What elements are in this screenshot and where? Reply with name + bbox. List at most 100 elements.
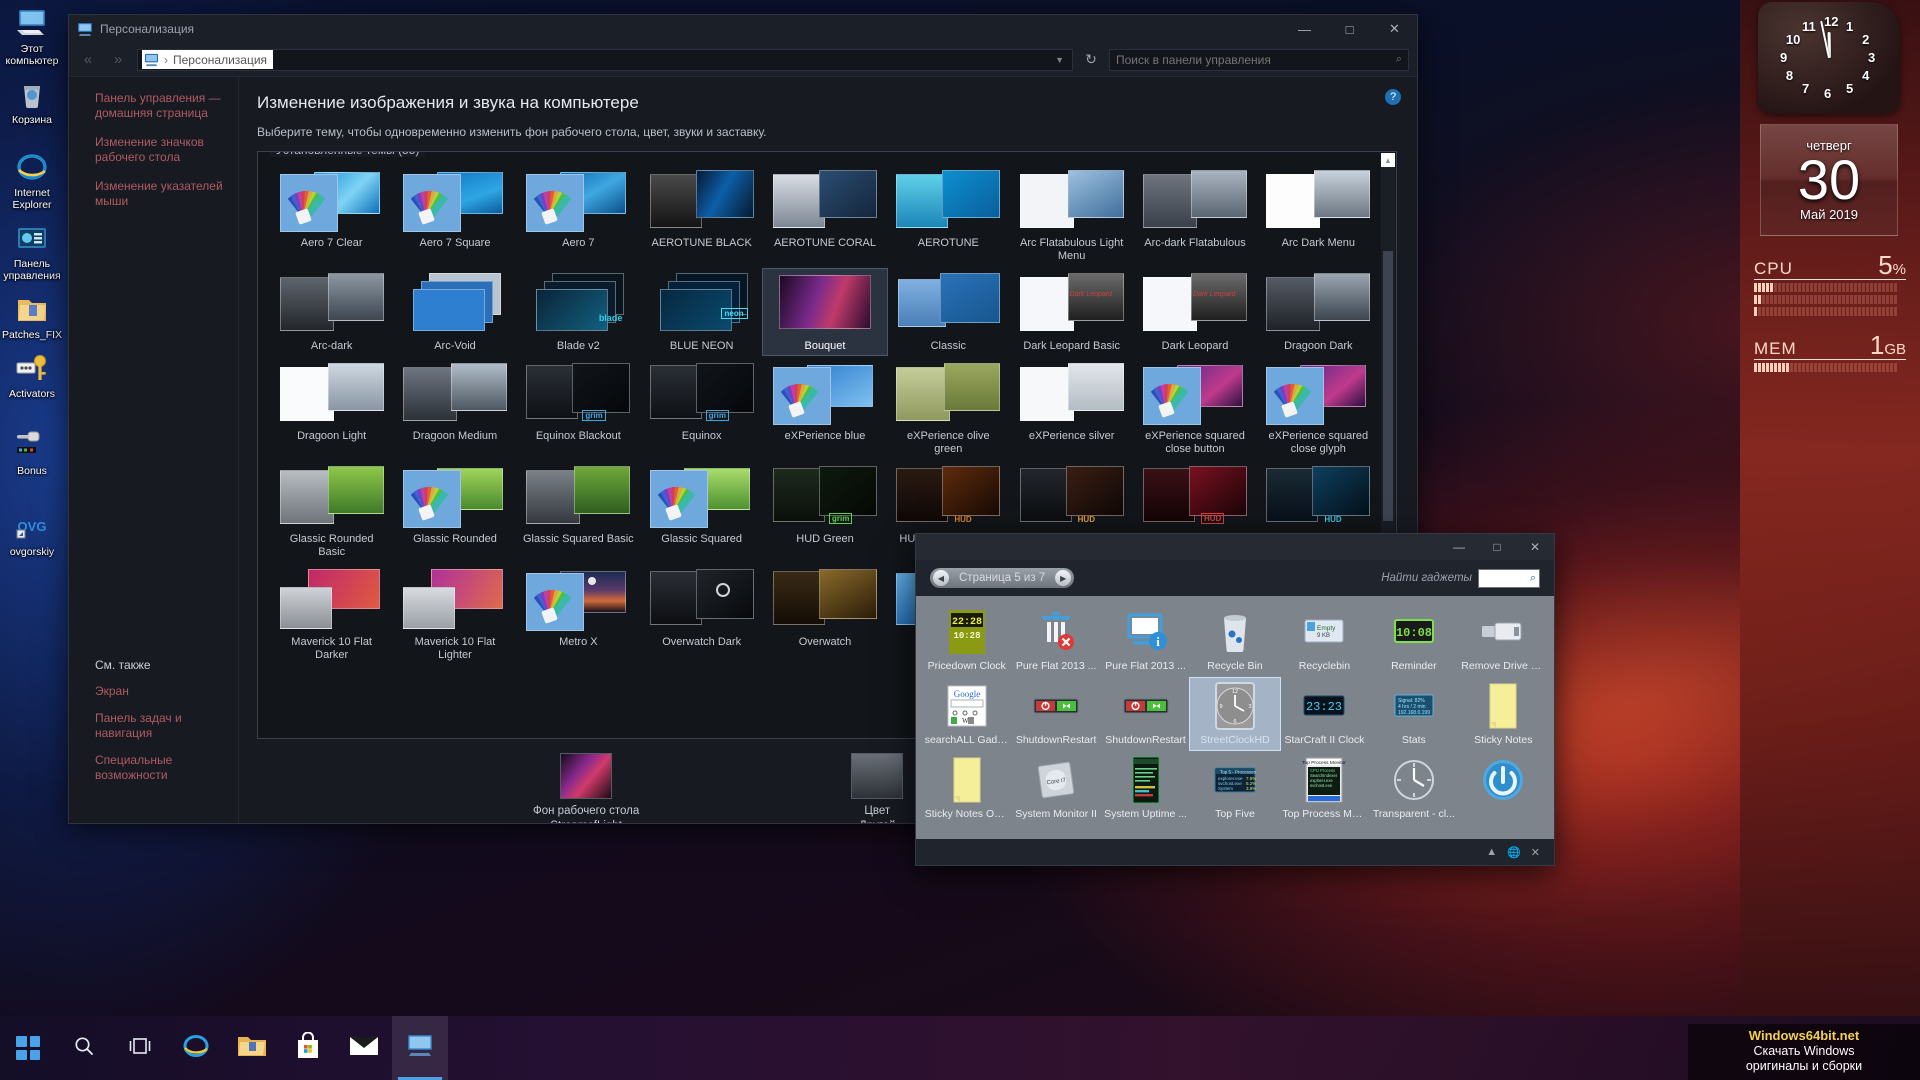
- start-button[interactable]: [0, 1016, 56, 1080]
- gadget-item[interactable]: 10:08 Reminder: [1369, 604, 1458, 676]
- see-also-link-1[interactable]: Панель задач и навигация: [95, 711, 226, 741]
- back-button[interactable]: «: [77, 51, 99, 68]
- theme-item[interactable]: eXPerience olive green: [887, 359, 1010, 458]
- theme-item[interactable]: grim HUD Green: [763, 462, 886, 561]
- theme-item[interactable]: Arc-dark Flatabulous: [1133, 166, 1256, 265]
- search-box[interactable]: ⌕: [1109, 48, 1409, 71]
- gadget-footer-link-0[interactable]: ▲: [1486, 846, 1497, 858]
- gadget-item[interactable]: ShutdownRestart: [1011, 678, 1100, 750]
- gadget-item[interactable]: Top 5 - Processes explorer.exe 7.9% svchost…: [1190, 752, 1279, 824]
- desktop-icon-pin[interactable]: Bonus: [0, 428, 64, 477]
- gadget-item[interactable]: [1459, 752, 1548, 824]
- gadget-item[interactable]: ShutdownRestart: [1101, 678, 1190, 750]
- gadget-item[interactable]: Sticky Notes: [1459, 678, 1548, 750]
- gadget-item[interactable]: Remove Drive S...: [1459, 604, 1548, 676]
- see-also-link-0[interactable]: Экран: [95, 684, 226, 699]
- theme-item[interactable]: Glassic Squared Basic: [517, 462, 640, 561]
- gadget-item[interactable]: 22:28 10:28 Pricedown Clock: [922, 604, 1011, 676]
- task-view-button[interactable]: [112, 1016, 168, 1080]
- left-pane-link-0[interactable]: Панель управления — домашняя страница: [95, 91, 226, 121]
- theme-item[interactable]: Glassic Squared: [640, 462, 763, 561]
- gadget-item[interactable]: i Pure Flat 2013 ...: [1101, 604, 1190, 676]
- theme-item[interactable]: eXPerience squared close glyph: [1257, 359, 1380, 458]
- desktop-icon-ovg-logo[interactable]: OVG ovgorskiy: [0, 509, 64, 558]
- theme-item[interactable]: grim Equinox Blackout: [517, 359, 640, 458]
- theme-item[interactable]: Arc-Void: [393, 269, 516, 355]
- chevron-down-icon[interactable]: ▼: [1055, 55, 1068, 65]
- desktop-icon-folder[interactable]: Patches_FIX: [0, 292, 64, 341]
- gadget-titlebar[interactable]: — □ ✕: [916, 534, 1554, 560]
- gadget-maximize-button[interactable]: □: [1478, 534, 1516, 560]
- refresh-icon[interactable]: ↻: [1081, 51, 1101, 68]
- gadget-footer-link-2[interactable]: ✕: [1531, 846, 1540, 859]
- edge-button[interactable]: [168, 1016, 224, 1080]
- analog-clock-gadget[interactable]: 12 1 2 3 4 5 6 7 8 9 10 11: [1758, 2, 1900, 114]
- theme-item[interactable]: Arc Dark Menu: [1257, 166, 1380, 265]
- theme-item[interactable]: Aero 7 Clear: [270, 166, 393, 265]
- theme-item[interactable]: Arc-dark: [270, 269, 393, 355]
- theme-item[interactable]: AEROTUNE BLACK: [640, 166, 763, 265]
- gadget-item[interactable]: System Uptime ...: [1101, 752, 1190, 824]
- gadget-close-button[interactable]: ✕: [1516, 534, 1554, 560]
- scrollbar-thumb[interactable]: [1383, 251, 1393, 521]
- search-input[interactable]: [1116, 52, 1396, 67]
- theme-item[interactable]: AEROTUNE CORAL: [763, 166, 886, 265]
- theme-item[interactable]: Arc Flatabulous Light Menu: [1010, 166, 1133, 265]
- search-button[interactable]: [56, 1016, 112, 1080]
- setting-desktop-background[interactable]: Фон рабочего стола StreamofLight: [533, 753, 639, 823]
- gadget-item[interactable]: Google W searchALL Gadg...: [922, 678, 1011, 750]
- gadget-search-area[interactable]: Найти гаджеты ⌕: [1381, 568, 1540, 588]
- taskbar[interactable]: [0, 1016, 1920, 1080]
- gadget-item[interactable]: Signal: 82% 4 hrs / 2 min 192.168.0.199 St…: [1369, 678, 1458, 750]
- minimize-button[interactable]: —: [1282, 15, 1327, 43]
- left-pane-link-1[interactable]: Изменение значков рабочего стола: [95, 135, 226, 165]
- theme-item[interactable]: Maverick 10 Flat Darker: [270, 565, 393, 664]
- gadget-item[interactable]: Empty 9 KB Recyclebin: [1280, 604, 1369, 676]
- address-bar[interactable]: « » › Персонализация ▼ ↻ ⌕: [69, 43, 1417, 77]
- page-next-button[interactable]: ▶: [1055, 570, 1072, 586]
- theme-item[interactable]: Glassic Rounded Basic: [270, 462, 393, 561]
- theme-item[interactable]: Dragoon Medium: [393, 359, 516, 458]
- setting-color[interactable]: Цвет Другой: [851, 753, 904, 823]
- theme-item[interactable]: Dragoon Dark: [1257, 269, 1380, 355]
- mail-button[interactable]: [336, 1016, 392, 1080]
- desktop-icon-key[interactable]: Activators: [0, 351, 64, 400]
- scroll-up-button[interactable]: ▲: [1381, 153, 1395, 167]
- gadget-item[interactable]: Recycle Bin: [1190, 604, 1279, 676]
- breadcrumb-current[interactable]: › Персонализация: [142, 50, 274, 69]
- file-explorer-button[interactable]: [224, 1016, 280, 1080]
- theme-item[interactable]: Overwatch: [763, 565, 886, 664]
- theme-item[interactable]: eXPerience blue: [763, 359, 886, 458]
- window-titlebar[interactable]: Персонализация — □ ✕: [69, 15, 1417, 43]
- store-button[interactable]: [280, 1016, 336, 1080]
- gadget-item[interactable]: 12 3 6 9 StreetClockHD: [1189, 677, 1281, 751]
- theme-item[interactable]: Bouquet: [762, 268, 888, 356]
- cpu-meter-gadget[interactable]: CPU 5%: [1754, 250, 1906, 316]
- mem-meter-gadget[interactable]: MEM 1GB: [1754, 330, 1906, 372]
- theme-item[interactable]: Dragoon Light: [270, 359, 393, 458]
- page-prev-button[interactable]: ◀: [933, 570, 949, 586]
- gadget-gallery-window[interactable]: — □ ✕ ◀ Страница 5 из 7 ▶ Найти гаджеты …: [915, 533, 1555, 866]
- breadcrumb[interactable]: › Персонализация ▼: [137, 48, 1073, 71]
- theme-item[interactable]: Glassic Rounded: [393, 462, 516, 561]
- gadget-item[interactable]: Transparent - cl...: [1369, 752, 1458, 824]
- calendar-gadget[interactable]: четверг 30 Май 2019: [1760, 124, 1898, 236]
- help-icon[interactable]: ?: [1385, 89, 1401, 105]
- gadget-search-input[interactable]: ⌕: [1478, 568, 1540, 588]
- theme-item[interactable]: Classic: [887, 269, 1010, 355]
- theme-item[interactable]: Aero 7: [517, 166, 640, 265]
- theme-item[interactable]: Aero 7 Square: [393, 166, 516, 265]
- theme-item[interactable]: eXPerience squared close button: [1133, 359, 1256, 458]
- desktop-icon-internet-explorer[interactable]: Internet Explorer: [0, 150, 64, 211]
- theme-item[interactable]: grim Equinox: [640, 359, 763, 458]
- left-pane-link-2[interactable]: Изменение указателей мыши: [95, 179, 226, 209]
- theme-item[interactable]: Dark Leopard Dark Leopard: [1133, 269, 1256, 355]
- theme-item[interactable]: AEROTUNE: [887, 166, 1010, 265]
- gadget-item[interactable]: Top Process Monitor CPU Process SearchInde…: [1280, 752, 1369, 824]
- desktop-icon-control-panel[interactable]: Панель управления: [0, 221, 64, 282]
- gadget-item[interactable]: 23:23 StarCraft II Clock: [1280, 678, 1369, 750]
- gadget-item[interactable]: Core i7 System Monitor II: [1011, 752, 1100, 824]
- desktop-icon-computer[interactable]: Этот компьютер: [0, 6, 64, 67]
- theme-item[interactable]: Overwatch Dark: [640, 565, 763, 664]
- theme-item[interactable]: blade Blade v2: [517, 269, 640, 355]
